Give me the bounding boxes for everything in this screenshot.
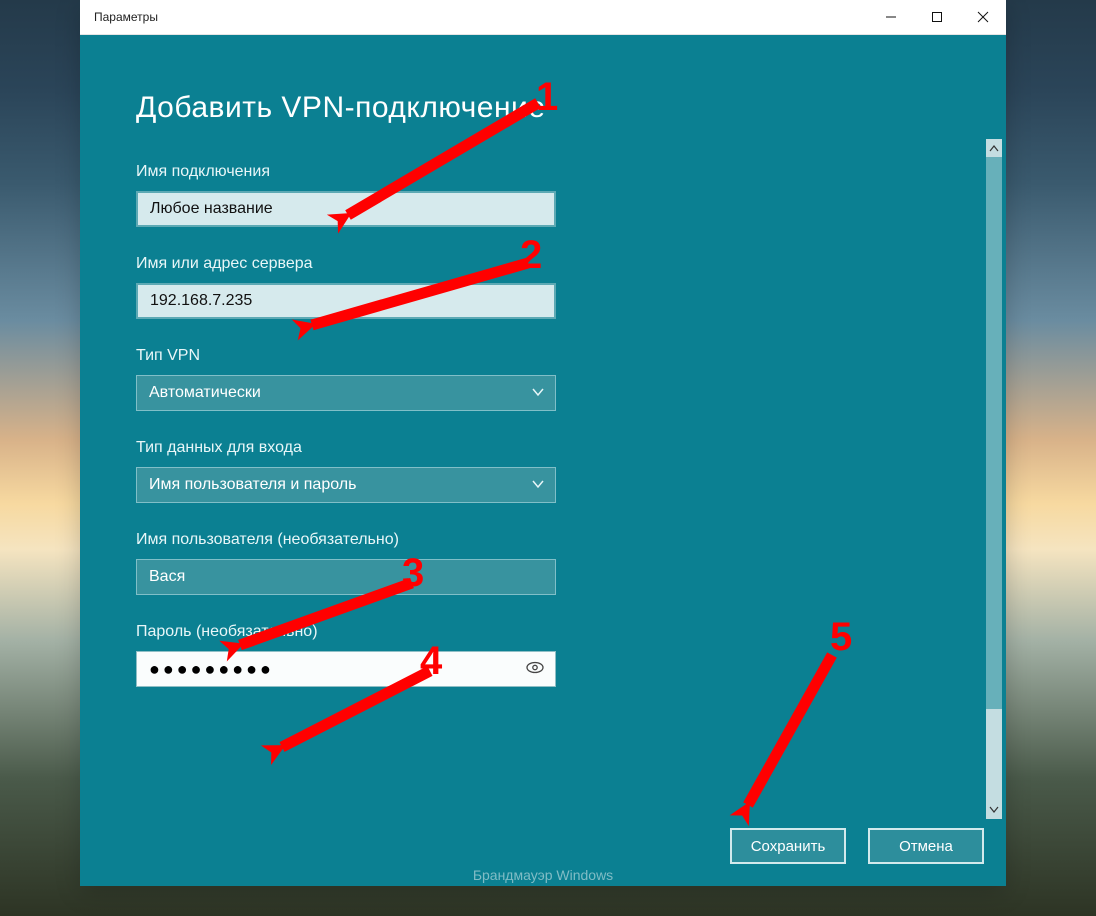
input-connection-name-value: Любое название	[150, 200, 273, 218]
button-row: Сохранить Отмена	[730, 828, 984, 864]
minimize-button[interactable]	[868, 0, 914, 34]
page-title: Добавить VPN-подключение	[136, 91, 916, 125]
label-connection-name: Имя подключения	[136, 163, 916, 181]
input-password[interactable]: ●●●●●●●●●	[136, 651, 556, 687]
chevron-down-icon	[531, 476, 545, 494]
select-signin-type[interactable]: Имя пользователя и пароль	[136, 467, 556, 503]
scrollbar-track[interactable]	[986, 157, 1002, 801]
vpn-panel: Добавить VPN-подключение Имя подключения…	[80, 35, 1006, 886]
label-server: Имя или адрес сервера	[136, 255, 916, 273]
window-controls	[868, 0, 1006, 34]
input-server[interactable]: 192.168.7.235	[136, 283, 556, 319]
field-server: Имя или адрес сервера 192.168.7.235	[136, 255, 916, 319]
select-vpn-type[interactable]: Автоматически	[136, 375, 556, 411]
field-vpn-type: Тип VPN Автоматически	[136, 347, 916, 411]
titlebar: Параметры	[80, 0, 1006, 35]
field-signin-type: Тип данных для входа Имя пользователя и …	[136, 439, 916, 503]
field-password: Пароль (необязательно) ●●●●●●●●●	[136, 623, 916, 687]
label-password: Пароль (необязательно)	[136, 623, 916, 641]
input-connection-name[interactable]: Любое название	[136, 191, 556, 227]
field-connection-name: Имя подключения Любое название	[136, 163, 916, 227]
input-server-value: 192.168.7.235	[150, 292, 252, 310]
label-username: Имя пользователя (необязательно)	[136, 531, 916, 549]
select-vpn-type-value: Автоматически	[149, 384, 261, 402]
footer-hint: Брандмауэр Windows	[80, 863, 1006, 886]
cancel-button[interactable]: Отмена	[868, 828, 984, 864]
scroll-down-button[interactable]	[986, 801, 1002, 819]
input-password-value: ●●●●●●●●●	[149, 659, 274, 680]
settings-window: Параметры Добавить VPN-подключение Имя п…	[80, 0, 1006, 886]
field-username: Имя пользователя (необязательно) Вася	[136, 531, 916, 595]
select-signin-type-value: Имя пользователя и пароль	[149, 476, 356, 494]
input-username-value: Вася	[149, 568, 185, 586]
chevron-down-icon	[531, 384, 545, 402]
scrollbar-thumb[interactable]	[986, 157, 1002, 709]
save-button[interactable]: Сохранить	[730, 828, 846, 864]
cancel-button-label: Отмена	[899, 838, 953, 855]
window-title: Параметры	[80, 10, 158, 24]
save-button-label: Сохранить	[751, 838, 826, 855]
label-signin-type: Тип данных для входа	[136, 439, 916, 457]
maximize-button[interactable]	[914, 0, 960, 34]
scroll-up-button[interactable]	[986, 139, 1002, 157]
footer-hint-text: Брандмауэр Windows	[473, 867, 613, 883]
form-content: Добавить VPN-подключение Имя подключения…	[136, 91, 916, 715]
close-button[interactable]	[960, 0, 1006, 34]
input-username[interactable]: Вася	[136, 559, 556, 595]
show-password-icon[interactable]	[525, 659, 545, 680]
label-vpn-type: Тип VPN	[136, 347, 916, 365]
